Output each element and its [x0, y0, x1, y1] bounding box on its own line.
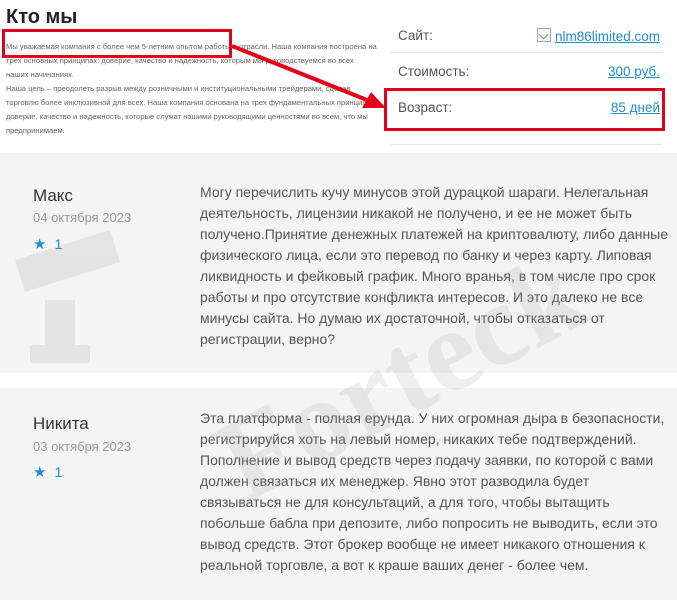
review-rating: ★ 1	[33, 463, 62, 481]
review-card: Макс 04 октября 2023 ★ 1 Могу перечислить…	[0, 153, 677, 373]
review-date: 04 октября 2023	[33, 210, 132, 225]
review-text: Эта платформа - полная ерунда. У них огр…	[200, 410, 665, 573]
review-card: Никита 03 октября 2023 ★ 1 Эта платформа …	[0, 388, 677, 600]
review-rating: ★ 1	[33, 235, 62, 253]
review-gap	[0, 373, 677, 388]
reviewer-name: Макс	[33, 186, 73, 205]
rating-value: 1	[54, 464, 63, 480]
reviewer-name: Никита	[33, 414, 89, 433]
review-date: 03 октября 2023	[33, 439, 132, 454]
highlight-arrow	[231, 44, 386, 108]
star-icon: ★	[33, 464, 47, 481]
star-icon: ★	[33, 236, 47, 253]
rating-value: 1	[54, 236, 63, 252]
company-info-section: Кто мы Мы уважаемая компания с более чем…	[0, 0, 677, 150]
review-text: Могу перечислить кучу минусов этой дурац…	[200, 184, 669, 347]
